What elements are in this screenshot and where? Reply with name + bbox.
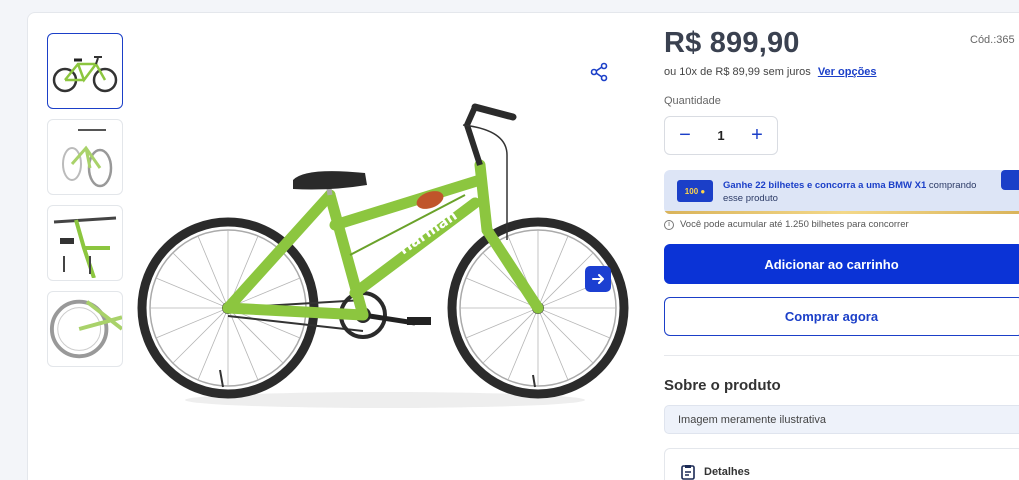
promo-corner-badge (1001, 170, 1019, 190)
details-section[interactable]: Detalhes (664, 448, 1019, 480)
info-icon: i (664, 219, 674, 230)
product-main-image: Harman (137, 103, 629, 408)
promo-stripe (664, 211, 1019, 214)
bike-thumbnail-image (52, 56, 118, 93)
installments-text: ou 10x de R$ 89,99 sem juros (664, 66, 811, 78)
quantity-increase-button[interactable]: + (747, 124, 767, 147)
quantity-label: Quantidade (664, 95, 721, 107)
quantity-decrease-button[interactable]: − (675, 124, 695, 147)
illustrative-notice: Imagem meramente ilustrativa (664, 405, 1019, 434)
bike-side-thumbnail-image (53, 216, 117, 278)
share-icon (590, 62, 608, 82)
tickets-info-text: Você pode acumular até 1.250 bilhetes pa… (680, 219, 909, 230)
thumbnail-3[interactable] (47, 205, 123, 281)
promo-banner[interactable]: 100 ● Ganhe 22 bilhetes e concorra a uma… (664, 170, 1019, 214)
arrow-right-icon (592, 274, 604, 284)
quantity-value[interactable]: 1 (717, 128, 724, 143)
divider (664, 355, 1019, 356)
share-button[interactable] (589, 62, 609, 82)
thumbnail-1[interactable] (47, 33, 123, 109)
see-options-link[interactable]: Ver opções (818, 66, 877, 78)
bike-wheel-thumbnail-image (49, 299, 122, 359)
buy-now-button[interactable]: Comprar agora (664, 297, 1019, 336)
product-price: R$ 899,90 (664, 27, 800, 59)
thumbnail-2[interactable] (47, 119, 123, 195)
quantity-stepper: − 1 + (664, 116, 778, 155)
product-code: Cód.:365 (970, 34, 1015, 46)
add-to-cart-button[interactable]: Adicionar ao carrinho (664, 244, 1019, 284)
installments-info: ou 10x de R$ 89,99 sem juros Ver opções (664, 66, 877, 78)
thumbnail-4[interactable] (47, 291, 123, 367)
bike-front-thumbnail-image (62, 129, 113, 188)
tickets-info: i Você pode acumular até 1.250 bilhetes … (664, 219, 909, 230)
promo-bold-text: Ganhe 22 bilhetes e concorra a uma BMW X… (723, 180, 927, 191)
next-image-button[interactable] (585, 266, 611, 292)
clipboard-icon (681, 465, 695, 480)
ticket-icon: 100 ● (677, 180, 713, 202)
ticket-label: 100 ● (684, 186, 706, 196)
promo-text: Ganhe 22 bilhetes e concorra a uma BMW X… (723, 179, 993, 205)
details-label: Detalhes (704, 466, 750, 478)
about-product-title: Sobre o produto (664, 377, 781, 394)
